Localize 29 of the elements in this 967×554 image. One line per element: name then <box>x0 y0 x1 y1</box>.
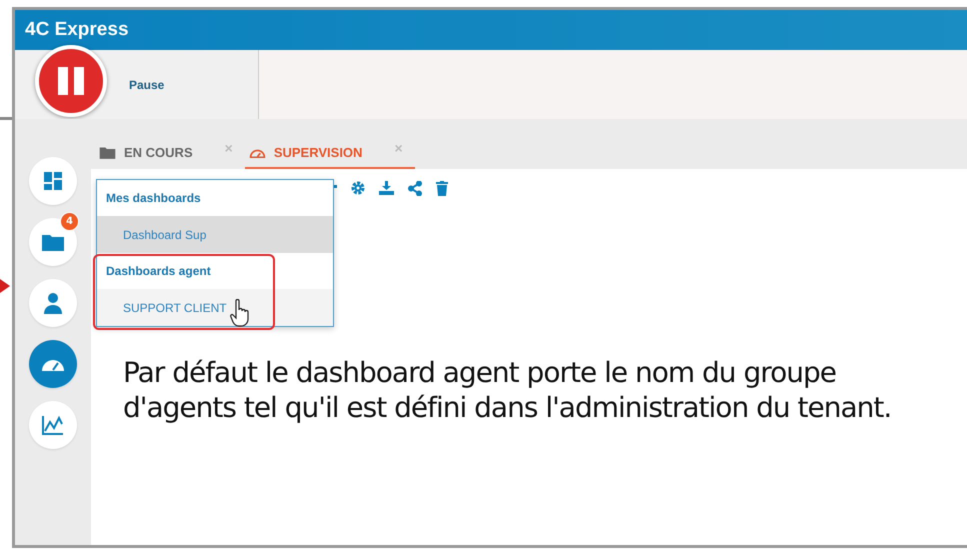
sidebar-button[interactable] <box>29 157 77 205</box>
close-icon[interactable]: × <box>394 140 403 156</box>
pause-button[interactable] <box>35 44 107 116</box>
pause-icon <box>58 66 84 94</box>
folder-icon <box>99 146 116 158</box>
share-icon[interactable] <box>408 181 422 196</box>
sidebar-button[interactable] <box>29 279 77 327</box>
section-heading: Mes dashboards <box>105 190 202 207</box>
trash-icon[interactable] <box>436 181 448 196</box>
section-heading: Dashboards agent <box>105 263 212 280</box>
settings-icon[interactable] <box>351 181 365 195</box>
close-icon[interactable]: × <box>224 140 233 156</box>
dashboard-item[interactable]: SUPPORT CLIENT <box>97 289 333 326</box>
annotation-text: Par défaut le dashboard agent porte le nom du groupe d'agents tel qu'il est défini dans l'administration du tenant. <box>123 355 892 425</box>
gauge-icon <box>248 146 266 158</box>
folder-icon <box>41 232 65 252</box>
count-badge: 4 <box>60 212 79 231</box>
dashboard-item[interactable]: Dashboard Sup <box>97 216 333 253</box>
sidebar-button[interactable] <box>29 218 77 266</box>
window-title: 4C Express <box>25 19 129 41</box>
pause-label: Pause <box>129 78 164 92</box>
line-chart-icon <box>42 415 64 435</box>
tab[interactable]: EN COURS × <box>95 137 245 169</box>
arrow-icon <box>0 279 10 293</box>
sidebar-button[interactable] <box>29 401 77 449</box>
person-icon <box>43 292 63 314</box>
sidebar-button[interactable] <box>29 340 77 388</box>
dashboard-icon <box>43 171 63 191</box>
download-icon[interactable] <box>379 181 394 195</box>
